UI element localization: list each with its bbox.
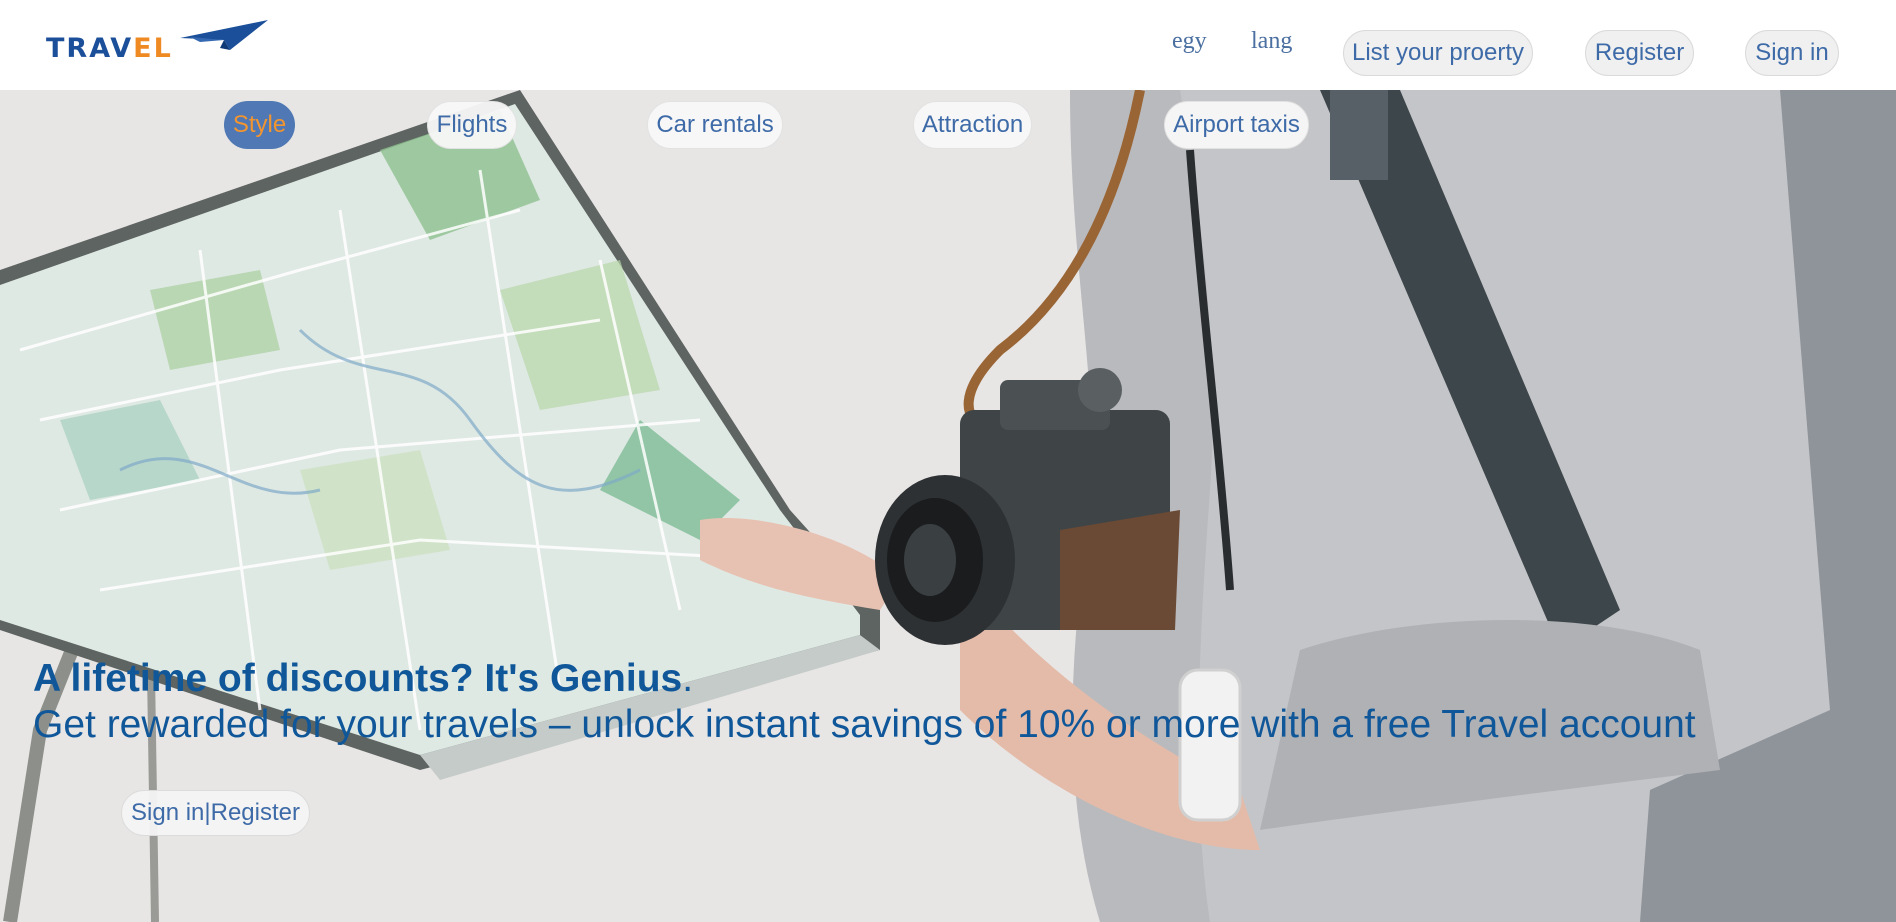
sign-in-button[interactable]: Sign in: [1745, 30, 1839, 76]
register-button[interactable]: Register: [1585, 30, 1694, 76]
nav-tab-flights[interactable]: Flights: [427, 101, 517, 149]
list-property-button[interactable]: List your proerty: [1343, 30, 1533, 76]
travel-logo[interactable]: TRAVEL: [46, 18, 268, 64]
country-selector[interactable]: egy: [1172, 28, 1207, 55]
hero-subtitle: Get rewarded for your travels – unlock i…: [33, 703, 1696, 746]
language-selector[interactable]: lang: [1251, 28, 1292, 55]
nav-tab-car-rentals[interactable]: Car rentals: [647, 101, 783, 149]
hero-section: Style Flights Car rentals Attraction Air…: [0, 90, 1896, 922]
nav-tab-attraction[interactable]: Attraction: [913, 101, 1032, 149]
hero-title: A lifetime of discounts? It's Genius.: [33, 657, 694, 700]
top-header: TRAVEL egy lang List your proerty Regist…: [0, 0, 1896, 90]
sign-in-register-button[interactable]: Sign in|Register: [121, 790, 310, 836]
nav-tab-airport-taxis[interactable]: Airport taxis: [1164, 101, 1309, 149]
page: TRAVEL egy lang List your proerty Regist…: [0, 0, 1896, 922]
paper-plane-icon: [180, 20, 268, 50]
logo-text: TRAVEL: [46, 33, 173, 64]
nav-tab-style[interactable]: Style: [224, 101, 295, 149]
